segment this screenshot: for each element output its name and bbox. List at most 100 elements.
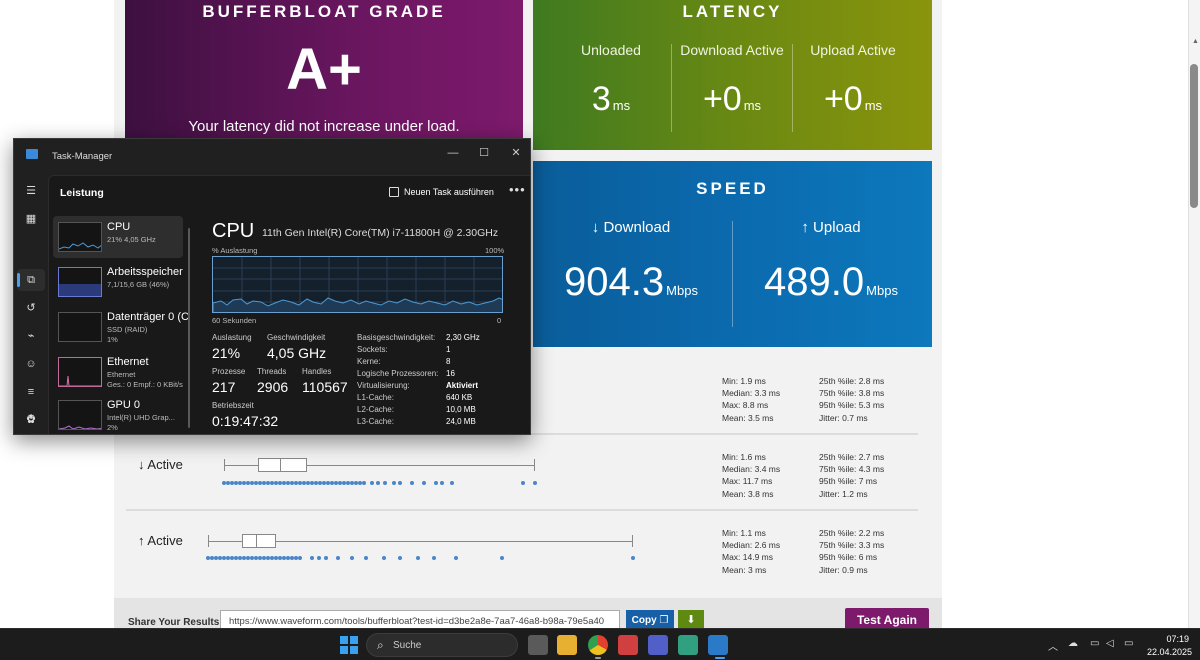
rail-active-indicator bbox=[17, 273, 20, 287]
latency-sample-dot bbox=[521, 481, 525, 485]
task-manager-app-icon bbox=[26, 149, 38, 159]
stat-median: Median: 3.4 ms bbox=[722, 464, 781, 475]
latency-sample-dot bbox=[310, 556, 314, 560]
spec-key: Kerne: bbox=[357, 357, 381, 366]
chrome-icon[interactable] bbox=[588, 635, 608, 655]
file-explorer-icon[interactable] bbox=[557, 635, 577, 655]
device-sub-line: Ges.: 0 Empf.: 0 KBit/s bbox=[107, 380, 183, 389]
device-gpu[interactable]: GPU 0 Intel(R) UHD Grap... 2% bbox=[53, 394, 183, 434]
device-sub: 7,1/15,6 GB (46%) bbox=[107, 280, 170, 289]
latency-sample-dot bbox=[398, 481, 402, 485]
row-download-active-label: ↓ Active bbox=[138, 457, 183, 472]
processes-icon[interactable]: ▦ bbox=[23, 211, 39, 227]
app-icon[interactable] bbox=[678, 635, 698, 655]
clock-time[interactable]: 07:19 bbox=[1153, 634, 1189, 644]
taskbar-search[interactable]: ⌕ Suche bbox=[366, 633, 518, 657]
row-download-stats-left: Min: 1.6 ms Median: 3.4 ms Max: 11.7 ms … bbox=[722, 451, 780, 500]
section-title: Leistung bbox=[60, 187, 104, 199]
stat-p25: 25th %ile: 2.8 ms bbox=[819, 376, 885, 386]
cpu-detail: CPU 11th Gen Intel(R) Core(TM) i7-11800H… bbox=[199, 216, 529, 434]
app-icon[interactable] bbox=[618, 635, 638, 655]
row-unloaded-stats-right: 25th %ile: 2.8 ms 75th %ile: 3.8 ms 95th… bbox=[819, 375, 884, 424]
device-memory[interactable]: Arbeitsspeicher 7,1/15,6 GB (46%) bbox=[53, 261, 183, 303]
task-manager-taskbar-icon[interactable] bbox=[708, 635, 728, 655]
copy-icon: ❐ bbox=[659, 615, 669, 626]
processes-value: 217 bbox=[212, 379, 236, 395]
latency-unit: ms bbox=[743, 98, 762, 113]
details-icon[interactable]: ≡ bbox=[23, 384, 39, 400]
latency-title: LATENCY bbox=[682, 2, 783, 21]
scrollbar-thumb[interactable] bbox=[1190, 64, 1198, 208]
task-view-icon[interactable] bbox=[528, 635, 548, 655]
latency-sample-dot bbox=[392, 481, 396, 485]
boxplot-whisker-line bbox=[224, 465, 258, 466]
download-label: ↓ Download bbox=[591, 219, 671, 236]
latency-sample-dot bbox=[631, 556, 635, 560]
boxplot-whisker-line bbox=[276, 541, 633, 542]
new-task-label: Neuen Task ausführen bbox=[404, 187, 494, 197]
volume-icon[interactable]: ◁ bbox=[1106, 638, 1114, 649]
latency-sample-dot bbox=[500, 556, 504, 560]
network-icon[interactable]: ▭ bbox=[1090, 638, 1099, 649]
latency-sample-dot bbox=[382, 556, 386, 560]
chevron-up-icon[interactable]: ︿ bbox=[1048, 638, 1058, 653]
device-sub: SSD (RAID) 1% bbox=[107, 325, 185, 345]
users-icon[interactable]: ☺ bbox=[23, 356, 39, 372]
performance-icon[interactable]: ⧉ bbox=[23, 272, 39, 288]
startup-apps-icon[interactable]: ⌁ bbox=[23, 328, 39, 344]
latency-sample-dot bbox=[410, 481, 414, 485]
app-history-icon[interactable]: ↺ bbox=[23, 300, 39, 316]
ethernet-thumbnail bbox=[58, 357, 102, 387]
device-cpu[interactable]: CPU 21% 4,05 GHz bbox=[53, 216, 183, 258]
device-ethernet[interactable]: Ethernet Ethernet Ges.: 0 Empf.: 0 KBit/s bbox=[53, 351, 183, 393]
spec-key: Sockets: bbox=[357, 345, 388, 354]
latency-unloaded: Unloaded 3 ms bbox=[551, 42, 671, 134]
battery-icon[interactable]: ▭ bbox=[1124, 638, 1133, 649]
stat-jitter: Jitter: 0.7 ms bbox=[819, 412, 868, 423]
windows-start-icon[interactable] bbox=[340, 636, 358, 654]
test-again-button[interactable]: Test Again bbox=[845, 608, 929, 628]
scroll-up-arrow-icon[interactable]: ▲ bbox=[1192, 38, 1199, 45]
close-icon[interactable]: ✕ bbox=[501, 143, 530, 163]
stat-median: Median: 3.3 ms bbox=[722, 388, 781, 399]
performance-panel: Leistung Neuen Task ausführen ••• CPU 21… bbox=[48, 175, 530, 434]
hamburger-menu-icon[interactable]: ☰ bbox=[23, 183, 39, 199]
share-url-input[interactable] bbox=[220, 610, 620, 628]
latency-label: Download Active bbox=[680, 42, 784, 58]
download-unit: Mbps bbox=[666, 283, 698, 298]
minimize-icon[interactable]: — bbox=[438, 143, 468, 163]
copy-button[interactable]: Copy ❐ bbox=[626, 610, 674, 628]
spec-value: Aktiviert bbox=[446, 381, 479, 390]
device-list-scrollbar[interactable] bbox=[188, 228, 190, 428]
stat-jitter: Jitter: 1.2 ms bbox=[819, 488, 868, 499]
search-icon: ⌕ bbox=[377, 638, 384, 652]
device-disk[interactable]: Datenträger 0 (C SSD (RAID) 1% bbox=[53, 306, 189, 348]
latency-value: +0 bbox=[702, 80, 742, 118]
upload-unit: Mbps bbox=[866, 283, 898, 298]
teams-icon[interactable] bbox=[648, 635, 668, 655]
stat-p75: 75th %ile: 3.3 ms bbox=[819, 540, 885, 551]
processes-label: Prozesse bbox=[212, 367, 246, 376]
gpu-thumb-graph bbox=[59, 425, 101, 429]
latency-sample-dot bbox=[533, 481, 537, 485]
maximize-icon[interactable]: ☐ bbox=[469, 143, 499, 163]
device-sub-line: Intel(R) UHD Grap... bbox=[107, 413, 175, 422]
settings-icon[interactable]: ⚙ bbox=[23, 411, 39, 427]
grade-description: Your latency did not increase under load… bbox=[188, 118, 460, 135]
latency-label: Unloaded bbox=[581, 42, 641, 58]
download-button[interactable]: ⬇ bbox=[678, 610, 704, 628]
graph-x-min: 0 bbox=[497, 316, 502, 325]
speed-value: 4,05 GHz bbox=[267, 345, 327, 361]
device-name: Arbeitsspeicher bbox=[107, 266, 183, 278]
disk-thumbnail bbox=[58, 312, 102, 342]
clock-date[interactable]: 22.04.2025 bbox=[1147, 647, 1192, 657]
stat-p95: 95th %ile: 6 ms bbox=[819, 552, 878, 563]
latency-download-active: Download Active +0 ms bbox=[672, 42, 792, 134]
cpu-graph-svg bbox=[213, 257, 502, 312]
cpu-thumbnail bbox=[58, 222, 102, 252]
cloud-icon[interactable]: ☁ bbox=[1068, 638, 1078, 649]
device-sub-line: Ethernet bbox=[107, 370, 136, 379]
title-bar[interactable]: Task-Manager — ☐ ✕ bbox=[14, 139, 530, 173]
more-options-icon[interactable]: ••• bbox=[509, 182, 526, 197]
upload-label: ↑ Upload bbox=[801, 219, 861, 236]
